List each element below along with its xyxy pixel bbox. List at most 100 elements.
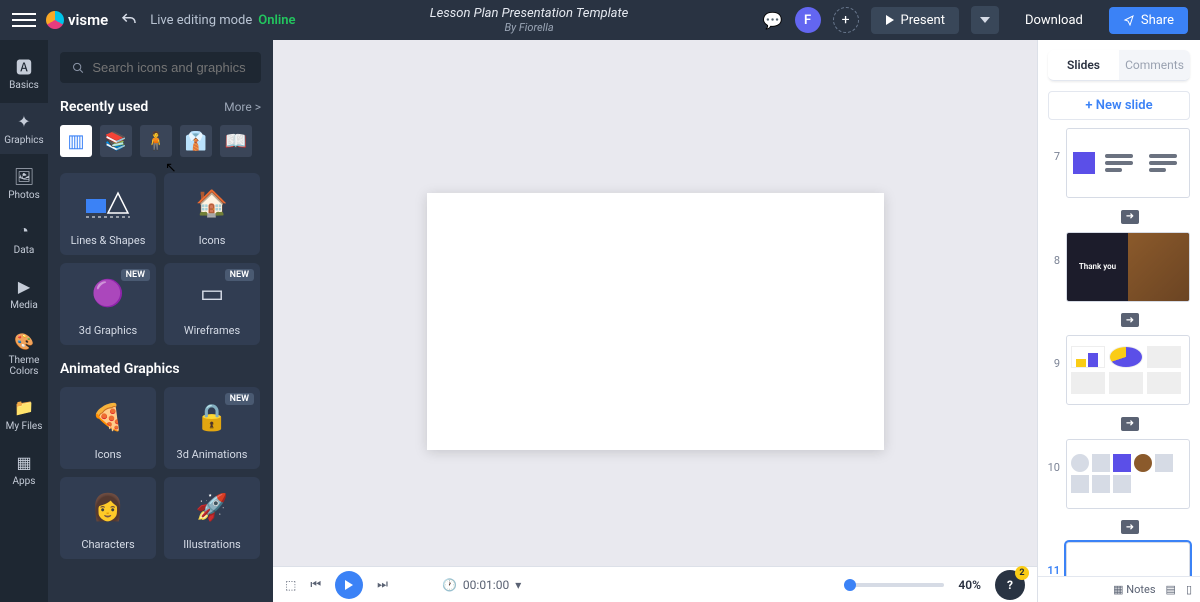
files-icon: 📁 [14,397,34,417]
tile-3d-animations[interactable]: NEW 🔒 3d Animations [164,387,260,469]
logo[interactable]: visme [46,11,108,29]
3d-graphics-icon: 🟣 [92,263,124,324]
header-left: visme Live editing mode Online [12,8,296,32]
play-button[interactable] [335,571,363,599]
tile-characters[interactable]: 👩 Characters [60,477,156,559]
help-button[interactable]: ? 2 [995,570,1025,600]
photos-icon: 🖼 [14,166,34,186]
slide-thumb[interactable] [1066,335,1190,405]
logo-icon [46,11,64,29]
notes-toggle[interactable]: ▦ Notes [1113,583,1155,596]
slide-transition-button[interactable]: ➜ [1121,210,1139,224]
recently-used-label: Recently used [60,99,148,115]
slide-transition-button[interactable]: ➜ [1121,313,1139,327]
doc-title[interactable]: Lesson Plan Presentation Template [430,6,629,21]
characters-icon: 👩 [92,477,124,538]
rail-data[interactable]: ◔Data [0,213,48,264]
menu-button[interactable] [12,8,36,32]
share-button[interactable]: Share [1109,7,1188,34]
animated-icons-icon: 🍕 [92,387,124,448]
zoom-knob[interactable] [844,579,856,591]
slide-row: 10 [1044,439,1194,509]
doc-author: By Fiorella [430,21,629,34]
tile-animated-icons[interactable]: 🍕 Icons [60,387,156,469]
3d-animations-icon: 🔒 [196,387,228,448]
editing-prefix: Live editing mode [150,13,252,28]
icons-tile-icon: 🏠 [196,173,228,234]
left-rail: 🅰Basics ✦Graphics 🖼Photos ◔Data ▶Media 🎨… [0,40,48,602]
recent-item[interactable]: ▥ [60,125,92,157]
undo-button[interactable] [118,9,140,31]
graphics-icon: ✦ [14,111,34,131]
rail-apps[interactable]: ▦Apps [0,444,48,495]
data-icon: ◔ [14,221,34,241]
slide-transition-button[interactable]: ➜ [1121,520,1139,534]
rail-graphics[interactable]: ✦Graphics [0,103,48,154]
slide-row: 11 [1044,542,1194,576]
slide-thumb[interactable] [1066,128,1190,198]
rail-media[interactable]: ▶Media [0,268,48,319]
right-panel: Slides Comments + New slide 7 ➜ 8 [1037,40,1200,602]
next-frame-button[interactable]: ⏭ [377,577,388,592]
editing-status: Online [258,13,295,28]
download-button[interactable]: Download [1011,7,1097,34]
list-view-icon[interactable]: ▯ [1186,583,1192,596]
rail-my-files[interactable]: 📁My Files [0,389,48,440]
avatar[interactable]: F [795,7,821,33]
canvas[interactable] [427,193,884,450]
rail-theme-colors[interactable]: 🎨Theme Colors [0,323,48,385]
add-collaborator-button[interactable]: + [833,7,859,33]
recent-item[interactable]: 📚 [100,125,132,157]
zoom-slider[interactable] [844,583,944,587]
new-slide-button[interactable]: + New slide [1048,91,1190,120]
comments-icon[interactable]: 💬 [763,11,783,30]
present-button[interactable]: Present [871,7,959,34]
logo-text: visme [68,11,108,29]
tile-3d-graphics[interactable]: NEW 🟣 3d Graphics [60,263,156,345]
recent-item[interactable]: 🧍 [140,125,172,157]
tile-wireframes[interactable]: NEW ▭ Wireframes [164,263,260,345]
timer: 🕐 00:01:00 ▾ [442,578,521,592]
clock-icon: 🕐 [442,578,457,592]
slide-thumb[interactable] [1066,542,1190,576]
recent-item[interactable]: 👔 [180,125,212,157]
graphics-panel: Recently used More > ▥ 📚 🧍 👔 📖 Lines & S… [48,40,273,602]
search-icon [72,61,84,75]
recent-item[interactable]: 📖 [220,125,252,157]
basics-icon: 🅰 [14,56,34,76]
rail-basics[interactable]: 🅰Basics [0,48,48,99]
slide-row: 8 Thank you [1044,232,1194,302]
right-panel-tabs: Slides Comments [1048,50,1190,81]
tab-slides[interactable]: Slides [1048,50,1119,80]
tile-illustrations[interactable]: 🚀 Illustrations [164,477,260,559]
prev-frame-button[interactable]: ⏮ [310,577,321,592]
canvas-area: ⬚ ⏮ ⏭ 🕐 00:01:00 ▾ 40% ? 2 [273,40,1037,602]
rail-photos[interactable]: 🖼Photos [0,158,48,209]
slide-thumb[interactable] [1066,439,1190,509]
header-right: 💬 F + Present Download Share [763,6,1188,34]
recently-used-more[interactable]: More > [224,100,261,114]
illustrations-icon: 🚀 [196,477,228,538]
right-panel-footer: ▦ Notes ▤ ▯ [1038,576,1200,602]
slide-thumb[interactable]: Thank you [1066,232,1190,302]
layers-icon[interactable]: ⬚ [285,578,296,592]
app-header: visme Live editing mode Online Lesson Pl… [0,0,1200,40]
slide-transition-button[interactable]: ➜ [1121,417,1139,431]
media-icon: ▶ [14,276,34,296]
graphics-search[interactable] [60,52,261,83]
lines-shapes-icon [84,173,132,234]
tile-lines-shapes[interactable]: Lines & Shapes [60,173,156,255]
zoom-value: 40% [958,578,981,592]
search-input[interactable] [92,60,249,75]
help-badge: 2 [1015,566,1029,580]
tab-comments[interactable]: Comments [1119,50,1190,80]
present-dropdown[interactable] [971,6,999,34]
editing-mode: Live editing mode Online [150,13,295,28]
slides-list: 7 ➜ 8 Thank you [1038,128,1200,576]
animated-graphics-label: Animated Graphics [60,361,180,377]
slide-row: 9 [1044,335,1194,405]
palette-icon: 🎨 [14,331,34,351]
tile-icons[interactable]: 🏠 Icons [164,173,260,255]
wireframes-icon: ▭ [200,263,225,324]
grid-view-icon[interactable]: ▤ [1166,583,1176,596]
